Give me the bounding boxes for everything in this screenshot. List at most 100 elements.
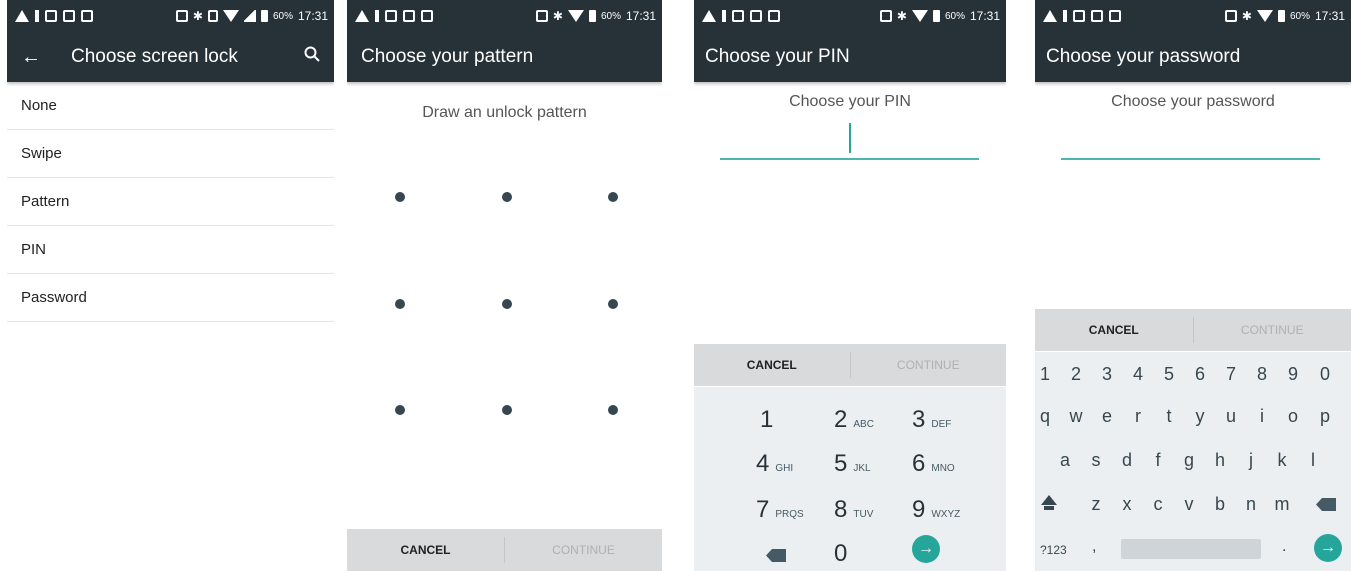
page-title: Choose your password: [1046, 46, 1241, 67]
key-2[interactable]: 2: [1065, 364, 1087, 385]
battery-icon: [1277, 10, 1285, 22]
enter-icon[interactable]: →: [912, 535, 940, 563]
bluetooth-icon: ✱: [1241, 9, 1252, 23]
key-a[interactable]: a: [1054, 450, 1076, 471]
backspace-icon[interactable]: [766, 549, 786, 562]
button-bar: CANCEL CONTINUE: [694, 344, 1006, 386]
screen-choose-lock: ✱ 60% 17:31 ← Choose screen lock None Sw…: [7, 0, 334, 571]
cancel-button[interactable]: CANCEL: [1035, 323, 1193, 337]
option-password[interactable]: Password: [7, 274, 334, 322]
key-t[interactable]: t: [1158, 406, 1180, 427]
key-3[interactable]: 3: [1096, 364, 1118, 385]
nfc-icon: [879, 10, 892, 22]
key-j[interactable]: j: [1240, 450, 1262, 471]
key-1[interactable]: 1: [1035, 364, 1056, 385]
key-x[interactable]: x: [1116, 494, 1138, 515]
option-pin[interactable]: PIN: [7, 226, 334, 274]
key-6[interactable]: 6: [1189, 364, 1211, 385]
key-d[interactable]: d: [1116, 450, 1138, 471]
option-none[interactable]: None: [7, 82, 334, 130]
key-7[interactable]: 7 PRQS: [756, 496, 804, 524]
pattern-dot[interactable]: [395, 299, 405, 309]
backspace-icon[interactable]: [1316, 498, 1336, 511]
pattern-dot[interactable]: [502, 192, 512, 202]
key-1[interactable]: 1: [760, 406, 779, 434]
key-v[interactable]: v: [1178, 494, 1200, 515]
screen-pattern: ✱ 60% 17:31 Choose your pattern Draw an …: [347, 0, 662, 571]
continue-button[interactable]: CONTINUE: [1194, 323, 1351, 337]
bluetooth-icon: ✱: [192, 9, 203, 23]
battery-icon: [932, 10, 940, 22]
clock: 17:31: [625, 9, 656, 23]
pattern-dot[interactable]: [395, 192, 405, 202]
key-u[interactable]: u: [1220, 406, 1242, 427]
clock: 17:31: [1314, 9, 1345, 23]
key-b[interactable]: b: [1209, 494, 1231, 515]
pattern-dot[interactable]: [608, 299, 618, 309]
key-3[interactable]: 3 DEF: [912, 406, 951, 434]
key-i[interactable]: i: [1251, 406, 1273, 427]
page-title: Choose your PIN: [705, 46, 850, 67]
pattern-dot[interactable]: [502, 299, 512, 309]
status-bar: ✱ 60% 17:31: [347, 0, 662, 32]
screen-password: ✱ 60% 17:31 Choose your password Choose …: [1035, 0, 1351, 571]
key-8[interactable]: 8 TUV: [834, 496, 873, 524]
key-0[interactable]: 0: [834, 540, 847, 568]
key-n[interactable]: n: [1240, 494, 1262, 515]
period-key[interactable]: .: [1282, 538, 1286, 556]
shift-icon[interactable]: [1041, 495, 1057, 505]
key-h[interactable]: h: [1209, 450, 1231, 471]
cancel-button[interactable]: CANCEL: [347, 543, 504, 557]
key-2[interactable]: 2 ABC: [834, 406, 874, 434]
key-7[interactable]: 7: [1220, 364, 1242, 385]
key-z[interactable]: z: [1085, 494, 1107, 515]
option-swipe[interactable]: Swipe: [7, 130, 334, 178]
key-e[interactable]: e: [1096, 406, 1118, 427]
cancel-button[interactable]: CANCEL: [694, 358, 850, 372]
wifi-icon: [222, 10, 239, 22]
wifi-icon: [911, 10, 928, 22]
key-m[interactable]: m: [1271, 494, 1293, 515]
key-9[interactable]: 9: [1282, 364, 1304, 385]
warning-icon: [702, 10, 716, 22]
key-5[interactable]: 5 JKL: [834, 450, 871, 478]
key-8[interactable]: 8: [1251, 364, 1273, 385]
comma-key[interactable]: ,: [1092, 538, 1096, 556]
symbols-key[interactable]: ?123: [1040, 543, 1067, 557]
key-q[interactable]: q: [1035, 406, 1056, 427]
key-6[interactable]: 6 MNO: [912, 450, 955, 478]
gallery-icon: [750, 10, 762, 22]
nfc-icon: [535, 10, 548, 22]
key-k[interactable]: k: [1271, 450, 1293, 471]
key-l[interactable]: l: [1302, 450, 1324, 471]
wifi-icon: [567, 10, 584, 22]
pattern-dot[interactable]: [395, 405, 405, 415]
status-bar: ✱ 60% 17:31: [1035, 0, 1351, 32]
key-f[interactable]: f: [1147, 450, 1169, 471]
notification-icon: [375, 10, 379, 22]
pattern-dot[interactable]: [608, 405, 618, 415]
continue-button[interactable]: CONTINUE: [505, 543, 662, 557]
back-arrow-icon[interactable]: ←: [7, 46, 55, 69]
key-r[interactable]: r: [1127, 406, 1149, 427]
pattern-dot[interactable]: [608, 192, 618, 202]
enter-icon[interactable]: →: [1314, 534, 1342, 562]
signal-icon: [243, 10, 256, 22]
option-pattern[interactable]: Pattern: [7, 178, 334, 226]
key-o[interactable]: o: [1282, 406, 1304, 427]
key-s[interactable]: s: [1085, 450, 1107, 471]
continue-button[interactable]: CONTINUE: [851, 358, 1007, 372]
key-p[interactable]: p: [1314, 406, 1336, 427]
key-9[interactable]: 9 WXYZ: [912, 496, 960, 524]
spacebar[interactable]: [1121, 539, 1261, 559]
key-4[interactable]: 4: [1127, 364, 1149, 385]
key-c[interactable]: c: [1147, 494, 1169, 515]
key-5[interactable]: 5: [1158, 364, 1180, 385]
key-y[interactable]: y: [1189, 406, 1211, 427]
search-icon[interactable]: [304, 46, 334, 68]
key-w[interactable]: w: [1065, 406, 1087, 427]
key-g[interactable]: g: [1178, 450, 1200, 471]
pattern-dot[interactable]: [502, 405, 512, 415]
key-0[interactable]: 0: [1314, 364, 1336, 385]
key-4[interactable]: 4 GHI: [756, 450, 793, 478]
